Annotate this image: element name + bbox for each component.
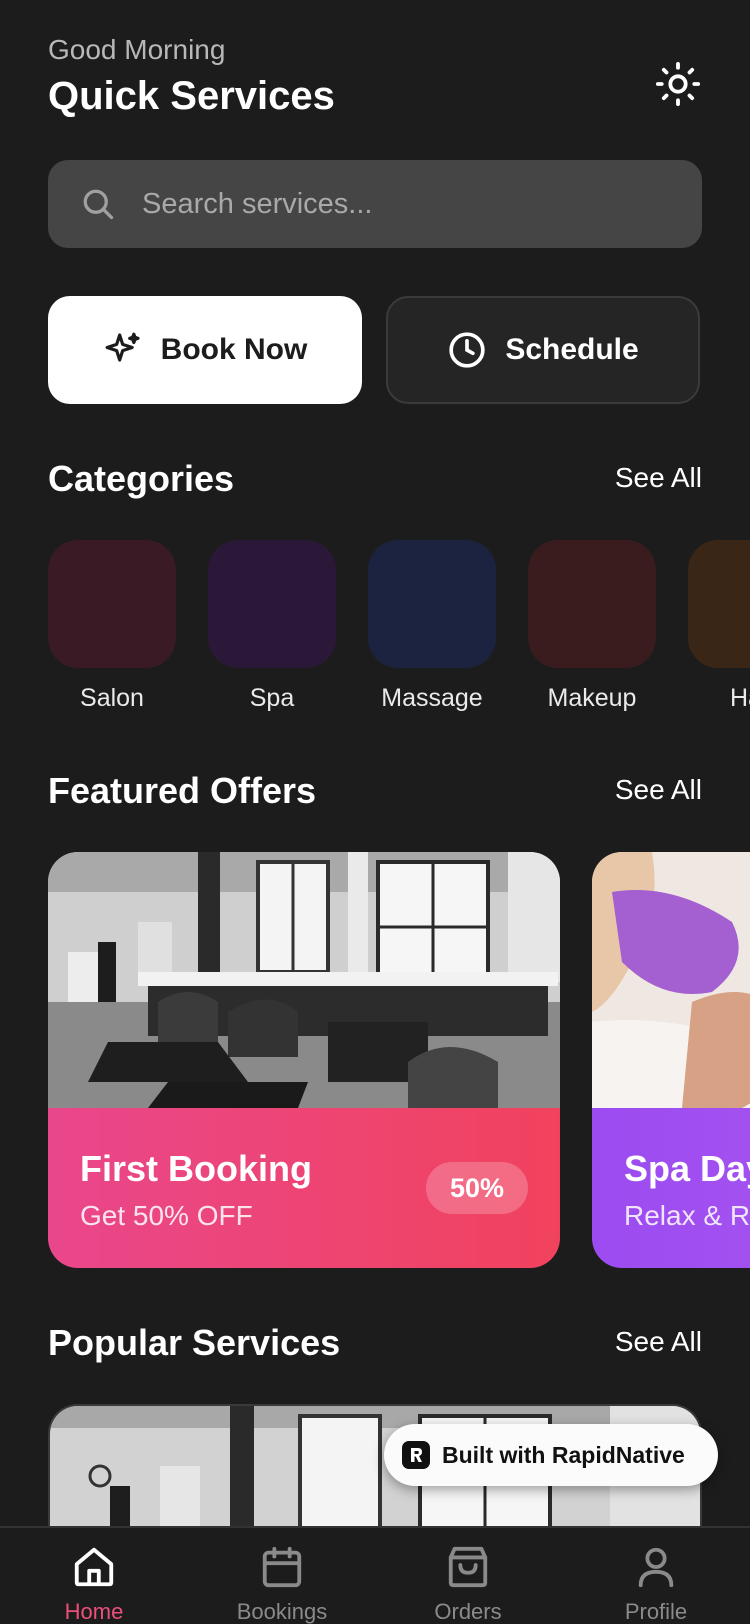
theme-toggle-button[interactable] bbox=[650, 56, 706, 112]
tab-label: Bookings bbox=[236, 1599, 328, 1624]
tab-label: Orders bbox=[434, 1599, 502, 1624]
user-icon bbox=[638, 1547, 674, 1588]
offer-band: Spa Day Relax & Re bbox=[592, 1108, 750, 1268]
category-salon[interactable]: Salon bbox=[48, 540, 176, 713]
category-tile bbox=[208, 540, 336, 668]
popular-see-all-link[interactable]: See All bbox=[615, 1326, 702, 1358]
home-icon bbox=[74, 1547, 114, 1587]
categories-row: Salon Spa Massage Makeup Ha bbox=[48, 540, 750, 720]
category-tile bbox=[688, 540, 750, 668]
sparkles-icon bbox=[105, 332, 140, 362]
category-label: Spa bbox=[249, 684, 295, 712]
page-title: Quick Services bbox=[48, 74, 335, 118]
tab-label: Home bbox=[64, 1599, 124, 1624]
offer-card-spa-day[interactable]: Spa Day Relax & Re bbox=[592, 852, 750, 1268]
category-tile bbox=[48, 540, 176, 668]
offers-carousel: First Booking Get 50% OFF 50% Spa Day Re… bbox=[48, 852, 750, 1268]
clock-icon bbox=[449, 332, 485, 368]
offer-subtitle: Relax & Re bbox=[624, 1200, 750, 1231]
search-input[interactable] bbox=[142, 187, 642, 221]
offer-title: Spa Day bbox=[624, 1148, 750, 1189]
book-now-label: Book Now bbox=[160, 333, 308, 366]
offer-card-first-booking[interactable]: First Booking Get 50% OFF 50% bbox=[48, 852, 560, 1268]
salon-interior-image bbox=[48, 852, 560, 1108]
category-spa[interactable]: Spa bbox=[208, 540, 336, 713]
calendar-icon bbox=[262, 1546, 302, 1588]
category-label: Ha bbox=[730, 684, 750, 712]
featured-offers-title: Featured Offers bbox=[48, 770, 317, 811]
rapidnative-logo-icon bbox=[402, 1441, 430, 1469]
categories-title: Categories bbox=[48, 458, 235, 499]
shopping-bag-icon bbox=[448, 1546, 488, 1588]
tab-home[interactable]: Home bbox=[24, 1544, 164, 1624]
offer-band: First Booking Get 50% OFF 50% bbox=[48, 1108, 560, 1268]
badge-label: Built with RapidNative bbox=[442, 1441, 685, 1468]
offers-see-all-link[interactable]: See All bbox=[615, 774, 702, 806]
category-hair[interactable]: Ha bbox=[688, 540, 750, 713]
bottom-tab-bar: Home Bookings Orders Profile bbox=[0, 1526, 750, 1624]
categories-see-all-link[interactable]: See All bbox=[615, 462, 702, 494]
spa-massage-image bbox=[592, 852, 750, 1108]
category-makeup[interactable]: Makeup bbox=[528, 540, 656, 713]
offer-subtitle: Get 50% OFF bbox=[80, 1200, 253, 1231]
tab-orders[interactable]: Orders bbox=[398, 1544, 538, 1624]
category-label: Salon bbox=[80, 684, 144, 712]
schedule-label: Schedule bbox=[505, 333, 639, 366]
popular-services-title: Popular Services bbox=[48, 1322, 341, 1363]
search-bar[interactable] bbox=[48, 160, 702, 248]
category-label: Makeup bbox=[547, 684, 637, 712]
offer-title: First Booking bbox=[80, 1148, 312, 1189]
discount-badge: 50% bbox=[425, 1162, 528, 1214]
category-label: Massage bbox=[381, 684, 483, 712]
schedule-button[interactable]: Schedule bbox=[386, 296, 700, 404]
category-tile bbox=[368, 540, 496, 668]
category-tile bbox=[528, 540, 656, 668]
tab-label: Profile bbox=[624, 1599, 688, 1624]
search-icon bbox=[83, 189, 114, 220]
tab-bookings[interactable]: Bookings bbox=[212, 1544, 352, 1624]
built-with-rapidnative-badge[interactable]: Built with RapidNative bbox=[384, 1424, 718, 1486]
category-massage[interactable]: Massage bbox=[368, 540, 496, 713]
greeting-text: Good Morning bbox=[48, 34, 226, 65]
sun-icon bbox=[655, 61, 701, 107]
book-now-button[interactable]: Book Now bbox=[48, 296, 362, 404]
tab-profile[interactable]: Profile bbox=[586, 1544, 726, 1624]
